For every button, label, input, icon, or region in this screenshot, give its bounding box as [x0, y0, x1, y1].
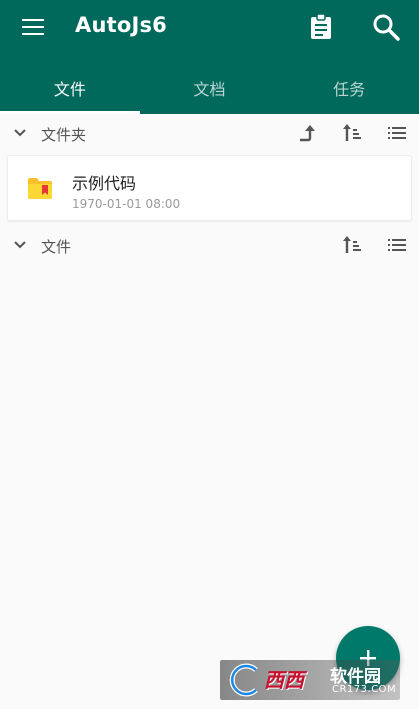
watermark-url: CR173.COM	[332, 684, 397, 695]
folder-icon	[28, 178, 52, 199]
list-view-button[interactable]	[386, 122, 408, 144]
tab-label: 文件	[53, 80, 86, 99]
watermark-text: 西西	[264, 668, 304, 692]
sort-button[interactable]	[341, 122, 363, 144]
chevron-down-icon[interactable]	[12, 237, 28, 253]
sort-icon	[343, 236, 361, 253]
list-view-icon	[388, 239, 406, 251]
app-bar: AutoJs6 文件 文档 任务	[0, 0, 419, 114]
folder-date: 1970-01-01 08:00	[72, 197, 181, 211]
watermark: 西西 软件园 CR173.COM	[220, 660, 400, 700]
clipboard-button[interactable]	[302, 8, 340, 46]
tab-tasks[interactable]: 任务	[279, 62, 419, 114]
list-view-button[interactable]	[386, 234, 408, 256]
tab-bar: 文件 文档 任务	[0, 62, 419, 114]
tab-docs[interactable]: 文档	[140, 62, 280, 114]
files-section-header[interactable]: 文件	[0, 228, 419, 262]
tab-label: 任务	[333, 80, 366, 99]
tab-files[interactable]: 文件	[0, 62, 140, 114]
toolbar: AutoJs6	[0, 0, 419, 54]
sort-button[interactable]	[341, 234, 363, 256]
folder-item[interactable]: 示例代码 1970-01-01 08:00	[7, 155, 412, 221]
clipboard-icon	[311, 14, 331, 39]
folder-name: 示例代码	[72, 174, 137, 193]
folders-section-label: 文件夹	[41, 126, 87, 144]
app-title: AutoJs6	[75, 13, 167, 37]
folders-section-header[interactable]: 文件夹	[0, 116, 419, 150]
tab-label: 文档	[193, 80, 226, 99]
search-icon	[373, 14, 400, 41]
tab-indicator	[0, 111, 140, 114]
go-up-button[interactable]	[297, 122, 319, 144]
files-section-label: 文件	[41, 238, 72, 256]
chevron-down-icon[interactable]	[12, 125, 28, 141]
menu-button[interactable]	[14, 9, 52, 45]
go-up-icon	[300, 125, 315, 142]
search-button[interactable]	[367, 8, 405, 46]
list-view-icon	[388, 127, 406, 139]
watermark-logo-icon	[229, 663, 258, 697]
sort-icon	[343, 124, 361, 141]
menu-icon	[22, 19, 44, 35]
